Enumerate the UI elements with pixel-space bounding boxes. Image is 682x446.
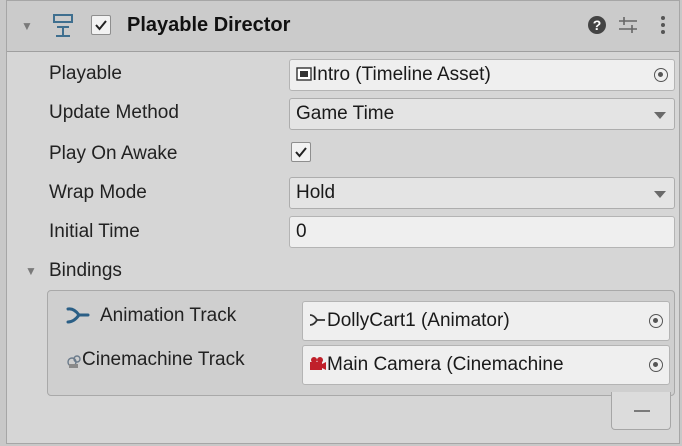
- animator-icon: [309, 302, 327, 340]
- timeline-asset-icon: [296, 60, 312, 90]
- cinemachine-brain-icon: [309, 346, 327, 384]
- animation-track-label: Animation Track: [100, 305, 237, 326]
- initial-time-input[interactable]: 0: [289, 216, 675, 248]
- initial-time-label: Initial Time: [49, 221, 140, 242]
- foldout-arrow-icon[interactable]: ▼: [21, 20, 33, 32]
- inspector-panel: ▼ Playable Director ? Playable Intro (Ti…: [6, 0, 680, 444]
- svg-text:?: ?: [593, 17, 602, 33]
- playable-object-field[interactable]: Intro (Timeline Asset): [289, 59, 675, 91]
- wrap-mode-value: Hold: [296, 182, 336, 203]
- animation-track-icon: [66, 305, 90, 325]
- component-title: Playable Director: [127, 14, 291, 36]
- wrap-mode-label: Wrap Mode: [49, 182, 147, 203]
- component-enabled-checkbox[interactable]: [91, 15, 111, 35]
- cinemachine-track-binding-field[interactable]: Main Camera (Cinemachine: [302, 345, 670, 385]
- initial-time-value: 0: [296, 221, 307, 242]
- wrap-mode-dropdown[interactable]: Hold: [289, 177, 675, 209]
- minus-icon: [634, 410, 650, 412]
- chevron-down-icon: [654, 112, 666, 119]
- remove-binding-button[interactable]: [611, 392, 671, 430]
- update-method-dropdown[interactable]: Game Time: [289, 98, 675, 130]
- chevron-down-icon: [654, 191, 666, 198]
- bindings-label[interactable]: Bindings: [49, 260, 122, 282]
- bindings-foldout-arrow-icon[interactable]: ▼: [25, 265, 37, 277]
- cinemachine-track-icon: [66, 353, 82, 369]
- cinemachine-track-label: Cinemachine Track: [82, 349, 245, 370]
- object-picker-icon[interactable]: [649, 314, 663, 328]
- playable-director-icon: [51, 12, 75, 38]
- play-on-awake-label: Play On Awake: [49, 143, 178, 164]
- play-on-awake-checkbox[interactable]: [291, 142, 311, 162]
- cinemachine-track-value: Main Camera (Cinemachine: [327, 354, 564, 376]
- help-icon[interactable]: ?: [587, 15, 607, 35]
- component-header[interactable]: ▼ Playable Director ?: [7, 1, 679, 52]
- bindings-list: Animation Track DollyCart1 (Animator) Ci…: [47, 290, 675, 396]
- playable-value: Intro (Timeline Asset): [312, 64, 491, 86]
- object-picker-icon[interactable]: [649, 358, 663, 372]
- animation-track-value: DollyCart1 (Animator): [327, 310, 510, 332]
- more-options-icon[interactable]: [659, 14, 667, 36]
- preset-icon[interactable]: [617, 15, 639, 35]
- update-method-label: Update Method: [49, 102, 179, 123]
- update-method-value: Game Time: [296, 103, 395, 124]
- object-picker-icon[interactable]: [654, 68, 668, 82]
- checkmark-icon: [295, 147, 307, 158]
- checkmark-icon: [95, 20, 107, 31]
- animation-track-binding-field[interactable]: DollyCart1 (Animator): [302, 301, 670, 341]
- playable-label: Playable: [49, 63, 122, 84]
